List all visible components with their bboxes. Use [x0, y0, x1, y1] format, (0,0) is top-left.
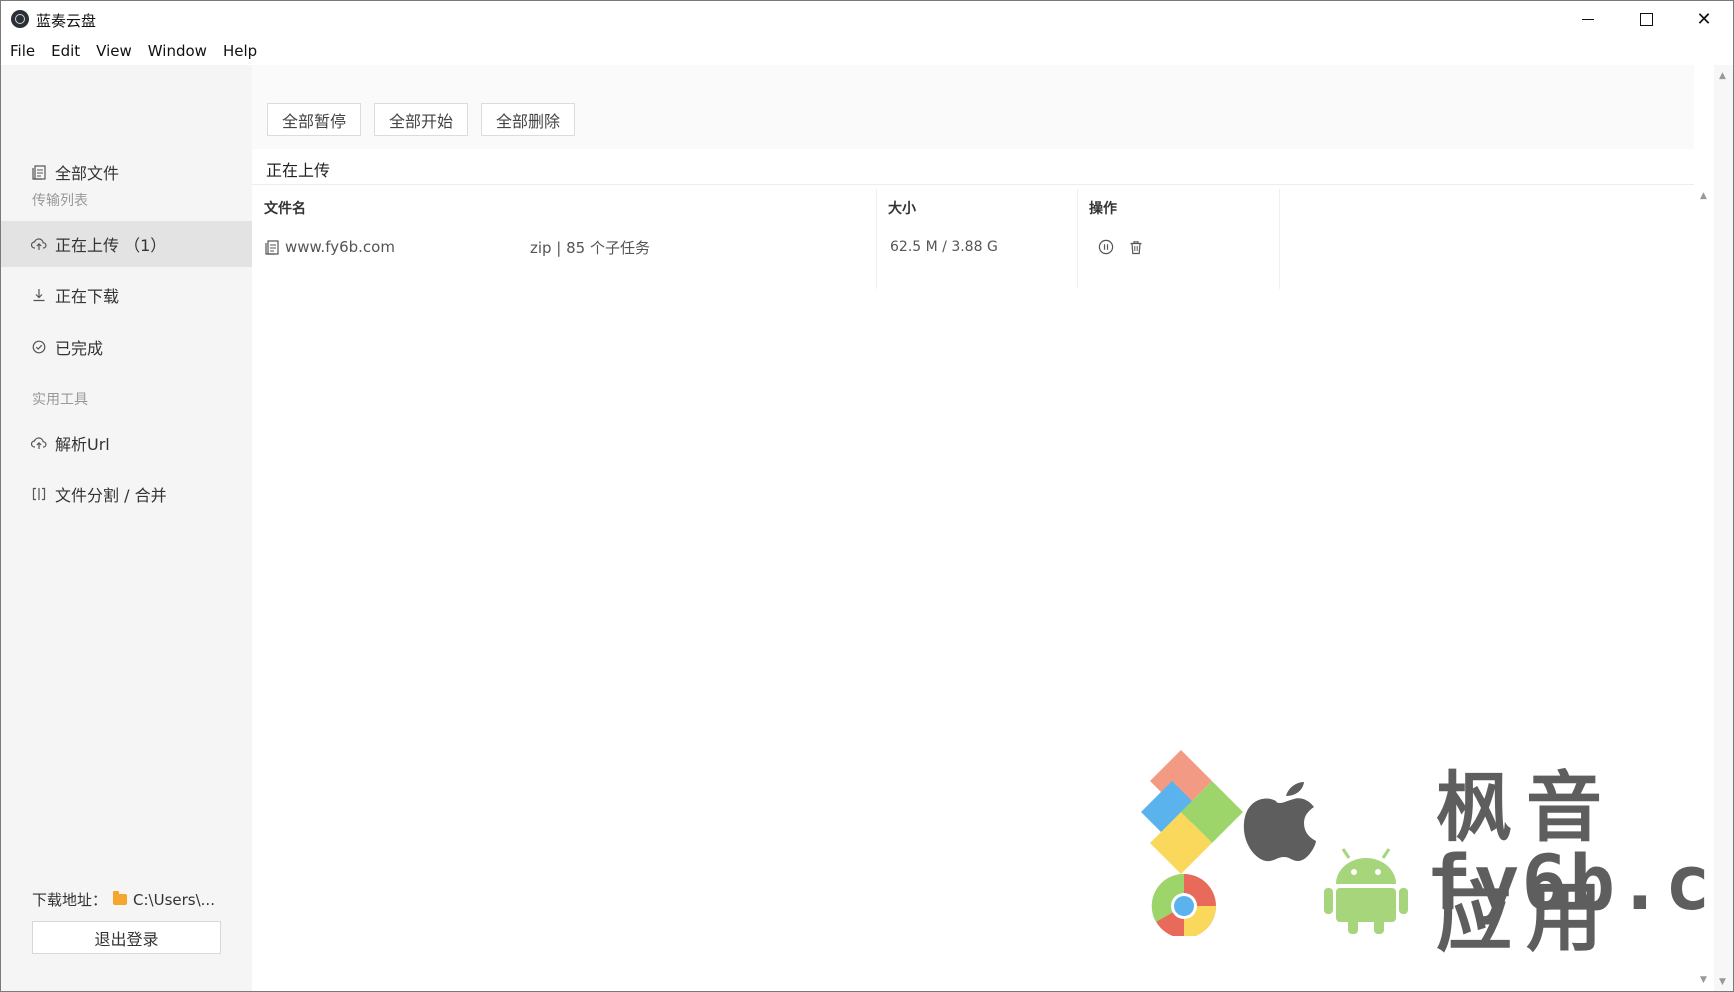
watermark: 枫音应用 fy6b.com — [1136, 746, 1733, 962]
trash-icon[interactable] — [1128, 239, 1144, 255]
start-all-button[interactable]: 全部开始 — [374, 103, 468, 136]
main-content: 全部暂停 全部开始 全部删除 正在上传 文件名 大小 操作 www.fy6b.c… — [252, 65, 1733, 991]
sidebar-item-completed[interactable]: 已完成 — [1, 324, 252, 370]
app-logo-icon — [11, 10, 29, 28]
logout-button[interactable]: 退出登录 — [32, 921, 221, 954]
toolbar: 全部暂停 全部开始 全部删除 — [252, 65, 1714, 149]
menu-edit[interactable]: Edit — [43, 42, 88, 60]
file-icon — [264, 239, 280, 255]
page-scrollbar[interactable]: ▲ ▼ — [1714, 65, 1733, 991]
sidebar-item-label: 已完成 — [55, 339, 104, 358]
sidebar-item-label: 正在上传 （1） — [55, 236, 167, 255]
cloud-upload-icon — [31, 435, 47, 451]
scroll-down-icon[interactable]: ▼ — [1719, 977, 1726, 987]
maximize-icon — [1639, 12, 1653, 26]
close-icon: ✕ — [1696, 8, 1712, 30]
menu-bar: File Edit View Window Help — [1, 37, 1733, 65]
sidebar: 全部文件 传输列表 正在上传 （1） 正在下载 已完成 实用工具 解析Url 文… — [1, 65, 252, 991]
file-name-cell: www.fy6b.com zip | 85 个子任务 — [264, 227, 864, 267]
scroll-down-icon[interactable]: ▼ — [1700, 975, 1707, 985]
cloud-upload-icon — [31, 236, 47, 252]
sidebar-item-parse-url[interactable]: 解析Url — [1, 420, 252, 466]
divider — [252, 184, 1714, 185]
file-name-end: zip | 85 个子任务 — [529, 238, 650, 257]
download-path-value[interactable]: C:\Users\... — [133, 891, 215, 909]
app-window: 蓝奏云盘 ✕ File Edit View Window Help 全部文件 传… — [0, 0, 1734, 992]
sidebar-item-all-files[interactable]: 全部文件 — [1, 149, 252, 195]
sidebar-item-label: 文件分割 / 合并 — [55, 486, 167, 505]
menu-view[interactable]: View — [88, 42, 140, 60]
android-icon — [1324, 848, 1408, 934]
group-label-transfer: 传输列表 — [32, 193, 88, 209]
file-name-start: www.fy6b.com — [285, 238, 395, 256]
check-circle-icon — [31, 339, 47, 355]
sidebar-item-downloading[interactable]: 正在下载 — [1, 272, 252, 318]
minimize-button[interactable] — [1559, 1, 1617, 37]
minimize-icon — [1582, 18, 1594, 20]
menu-window[interactable]: Window — [140, 42, 215, 60]
window-title: 蓝奏云盘 — [36, 12, 97, 30]
table-row[interactable]: www.fy6b.com zip | 85 个子任务 62.5 M / 3.88… — [252, 227, 1692, 267]
column-header-actions: 操作 — [1089, 201, 1117, 217]
watermark-logo-icon — [1141, 750, 1316, 938]
menu-file[interactable]: File — [1, 42, 43, 60]
sidebar-item-uploading[interactable]: 正在上传 （1） — [1, 221, 252, 267]
watermark-domain: fy6b.com — [1426, 838, 1733, 927]
section-title: 正在上传 — [266, 161, 331, 180]
title-bar: 蓝奏云盘 ✕ — [1, 1, 1733, 37]
file-size-cell: 62.5 M / 3.88 G — [890, 239, 998, 255]
column-header-size[interactable]: 大小 — [876, 189, 1077, 227]
sidebar-item-label: 正在下载 — [55, 287, 120, 306]
scroll-up-icon[interactable]: ▲ — [1719, 71, 1726, 81]
column-header-name[interactable]: 文件名 — [252, 189, 876, 227]
maximize-button[interactable] — [1617, 1, 1675, 37]
sidebar-item-label: 全部文件 — [55, 164, 120, 183]
download-icon — [31, 287, 47, 303]
download-path-label: 下载地址： — [32, 891, 108, 909]
pause-all-button[interactable]: 全部暂停 — [267, 103, 361, 136]
delete-all-button[interactable]: 全部删除 — [481, 103, 575, 136]
pause-icon[interactable] — [1098, 239, 1114, 255]
download-path: 下载地址： C:\Users\... — [32, 889, 215, 910]
file-icon — [31, 164, 47, 180]
sidebar-item-split-merge[interactable]: 文件分割 / 合并 — [1, 471, 252, 517]
menu-help[interactable]: Help — [215, 42, 265, 60]
group-label-tools: 实用工具 — [32, 392, 88, 408]
sidebar-item-label: 解析Url — [55, 435, 110, 454]
split-icon — [31, 486, 47, 502]
folder-icon — [113, 891, 128, 905]
table-header: 文件名 大小 操作 — [252, 189, 1692, 227]
close-button[interactable]: ✕ — [1675, 1, 1733, 37]
scroll-up-icon[interactable]: ▲ — [1700, 191, 1707, 201]
actions-cell — [1098, 227, 1258, 267]
